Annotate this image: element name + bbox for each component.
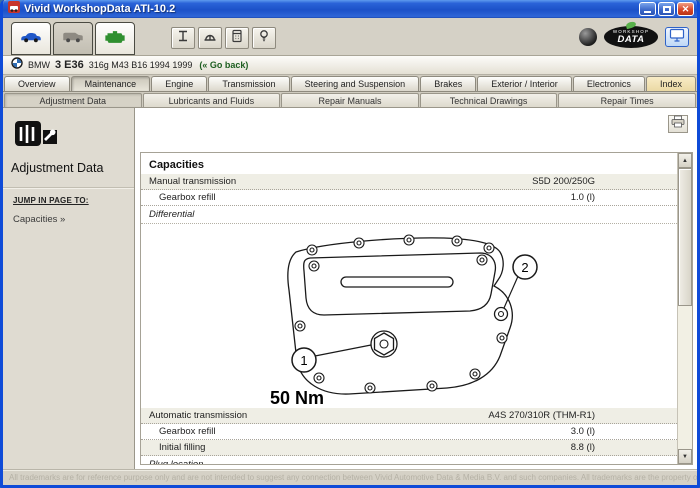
logo-main-text: DATA	[618, 35, 645, 45]
jack-icon	[176, 29, 190, 48]
scrollbar-thumb[interactable]	[678, 168, 692, 306]
row-gearbox-refill-manual: Gearbox refill 1.0 (l)	[141, 190, 677, 206]
tab-exterior-interior[interactable]: Exterior / Interior	[477, 76, 572, 91]
minimize-icon	[644, 11, 651, 13]
subtab-adjustment-data[interactable]: Adjustment Data	[4, 93, 142, 107]
tab-engine[interactable]: Engine	[151, 76, 207, 91]
tab-brakes[interactable]: Brakes	[420, 76, 476, 91]
row-gearbox-refill-auto: Gearbox refill 3.0 (l)	[141, 424, 677, 440]
subtab-repair-manuals[interactable]: Repair Manuals	[281, 93, 419, 107]
car-module-tab[interactable]	[11, 22, 51, 55]
row-label: Manual transmission	[149, 176, 236, 187]
jump-in-page-label: JUMP IN PAGE TO:	[13, 196, 128, 205]
row-automatic-transmission: Automatic transmission A4S 270/310R (THM…	[141, 408, 677, 424]
tab-overview[interactable]: Overview	[4, 76, 70, 91]
vehicle-spec: 316g M43 B16 1994 1999	[89, 60, 193, 70]
bulb-button[interactable]	[252, 27, 276, 49]
help-button[interactable]	[665, 27, 689, 47]
van-icon	[62, 30, 84, 48]
globe-icon[interactable]	[579, 28, 597, 46]
section-title-capacities: Capacities	[141, 153, 677, 174]
vehicle-make: BMW	[28, 60, 50, 70]
adjustment-data-table: Capacities Manual transmission S5D 200/2…	[140, 152, 693, 465]
bulb-icon	[257, 29, 271, 48]
tab-steering-and-suspension[interactable]: Steering and Suspension	[291, 76, 420, 91]
main-tab-bar: Overview Maintenance Engine Transmission…	[3, 75, 697, 92]
jack-button[interactable]	[171, 27, 195, 49]
row-value: S5D 200/250G	[532, 176, 669, 187]
maximize-icon	[663, 6, 671, 13]
car-icon	[20, 30, 42, 48]
row-value: A4S 270/310R (THM-R1)	[488, 410, 669, 421]
tools-icon	[13, 118, 134, 155]
sub-tab-bar: Adjustment Data Lubricants and Fluids Re…	[3, 92, 697, 108]
monitor-icon	[669, 28, 685, 47]
note-differential: Differential	[141, 206, 677, 224]
differential-drawing: 1 2 50 Nm	[141, 224, 677, 408]
row-label: Initial filling	[149, 442, 205, 453]
vehicle-bar: BMW 3 E36 316g M43 B16 1994 1999 (« Go b…	[3, 56, 697, 75]
subtab-repair-times[interactable]: Repair Times	[558, 93, 696, 107]
truck-module-tab[interactable]	[53, 22, 93, 55]
close-icon: ✕	[682, 5, 690, 14]
app-icon	[8, 0, 20, 18]
vehicle-model: 3 E36	[55, 59, 84, 71]
bridge-button[interactable]	[198, 27, 222, 49]
go-back-link[interactable]: (« Go back)	[199, 60, 248, 70]
tab-index[interactable]: Index	[646, 76, 696, 91]
toolbar: WORKSHOP DATA	[3, 18, 697, 56]
module-button-group	[171, 27, 276, 49]
scroll-up-button[interactable]: ▲	[678, 153, 692, 168]
tab-maintenance[interactable]: Maintenance	[71, 76, 151, 91]
jump-in-page-panel: JUMP IN PAGE TO: Capacities »	[3, 187, 134, 469]
row-value: 8.8 (l)	[571, 442, 669, 453]
row-value: 3.0 (l)	[571, 426, 669, 437]
scroll-up-icon: ▲	[682, 158, 688, 164]
app-window: Vivid WorkshopData ATI-10.2 ✕ WOR	[0, 0, 700, 488]
leaf-icon	[625, 21, 636, 29]
maximize-button[interactable]	[658, 2, 675, 16]
minimize-button[interactable]	[639, 2, 656, 16]
vertical-scrollbar[interactable]: ▲ ▼	[677, 153, 692, 464]
bridge-icon	[203, 29, 217, 48]
print-button[interactable]	[668, 115, 688, 133]
row-value: 1.0 (l)	[571, 192, 669, 203]
scroll-down-icon: ▼	[682, 454, 688, 460]
status-bar: All trademarks are for reference purpose…	[3, 469, 697, 485]
note-plug-location: Plug location	[141, 456, 677, 465]
tab-transmission[interactable]: Transmission	[208, 76, 289, 91]
toolbar-right: WORKSHOP DATA	[579, 26, 689, 48]
callout-1-label: 1	[300, 353, 307, 368]
callout-2-label: 2	[521, 260, 528, 275]
printer-icon	[671, 115, 685, 133]
engine-module-tab[interactable]	[95, 22, 135, 55]
torque-label: 50 Nm	[270, 388, 324, 408]
row-manual-transmission: Manual transmission S5D 200/250G	[141, 174, 677, 190]
jump-link-capacities[interactable]: Capacities »	[13, 214, 128, 225]
scroll-down-button[interactable]: ▼	[678, 449, 692, 464]
sidebar: Adjustment Data JUMP IN PAGE TO: Capacit…	[3, 108, 135, 469]
title-bar[interactable]: Vivid WorkshopData ATI-10.2 ✕	[3, 0, 697, 18]
sidebar-title: Adjustment Data	[11, 161, 134, 175]
calculator-button[interactable]	[225, 27, 249, 49]
close-button[interactable]: ✕	[677, 2, 694, 16]
calculator-icon	[230, 29, 244, 48]
row-label: Gearbox refill	[149, 426, 216, 437]
main-content: Capacities Manual transmission S5D 200/2…	[135, 108, 697, 469]
row-initial-filling: Initial filling 8.8 (l)	[141, 440, 677, 456]
row-label: Gearbox refill	[149, 192, 216, 203]
window-title: Vivid WorkshopData ATI-10.2	[24, 3, 637, 15]
engine-icon	[104, 29, 126, 49]
tab-electronics[interactable]: Electronics	[573, 76, 645, 91]
row-label: Automatic transmission	[149, 410, 247, 421]
bmw-roundel-icon	[11, 56, 23, 74]
subtab-lubricants-and-fluids[interactable]: Lubricants and Fluids	[143, 93, 281, 107]
workshopdata-logo: WORKSHOP DATA	[604, 26, 658, 48]
subtab-technical-drawings[interactable]: Technical Drawings	[420, 93, 558, 107]
